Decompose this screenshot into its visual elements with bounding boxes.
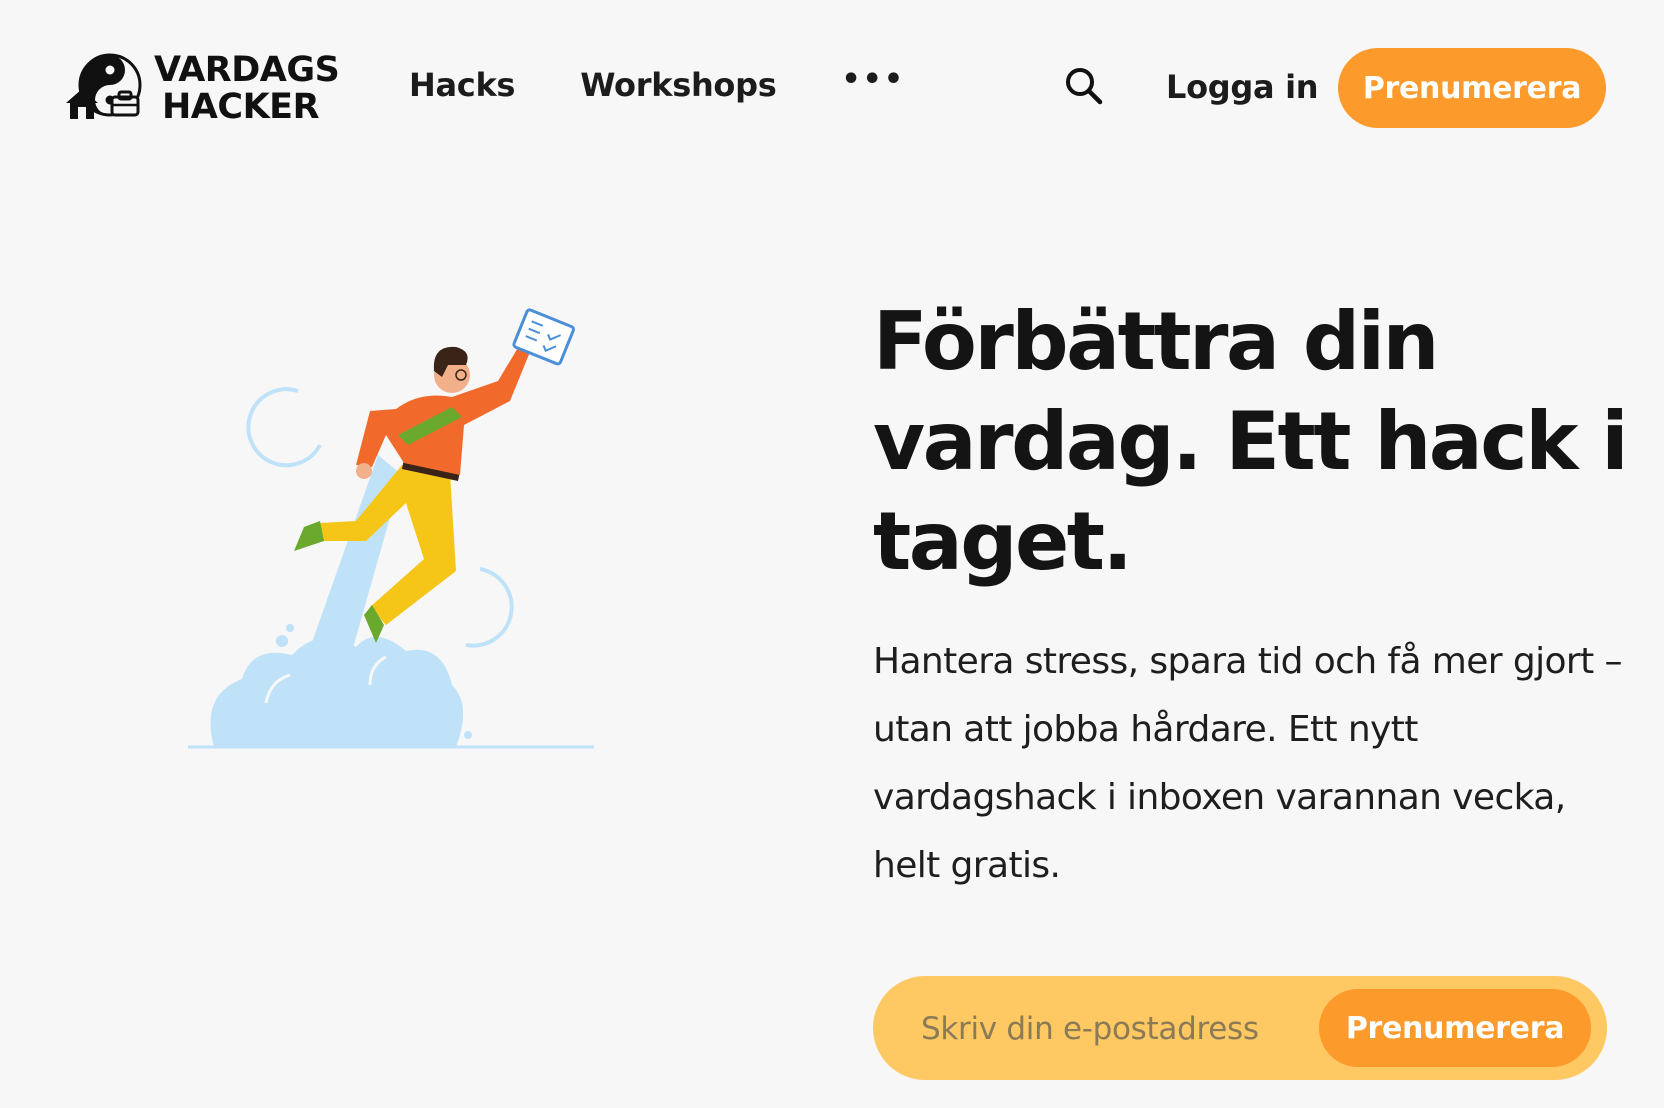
newsletter-signup-form: Prenumerera: [873, 976, 1607, 1080]
hero-title: Förbättra din vardag. Ett hack i taget.: [873, 295, 1629, 588]
brand-name-line1: VARDAGS: [154, 50, 340, 90]
brand-name-line2: HACKER: [162, 87, 320, 127]
more-dots-icon[interactable]: •••: [841, 62, 905, 97]
search-icon[interactable]: [1062, 64, 1106, 108]
site-header: VARDAGS HACKER Hacks Workshops ••• Logga…: [0, 0, 1664, 180]
subscribe-button-form[interactable]: Prenumerera: [1319, 989, 1591, 1067]
subscribe-button-header[interactable]: Prenumerera: [1338, 48, 1606, 128]
brand-wordmark: VARDAGS HACKER: [154, 50, 340, 127]
nav-link-hacks[interactable]: Hacks: [409, 66, 515, 104]
hero-description: Hantera stress, spara tid och få mer gjo…: [873, 641, 1622, 886]
email-input[interactable]: [919, 998, 1323, 1060]
man-flying-with-checklist-illustration: [180, 295, 600, 755]
brand-logo[interactable]: VARDAGS HACKER: [66, 50, 340, 127]
nav-link-workshops[interactable]: Workshops: [580, 66, 777, 104]
main-nav: Hacks Workshops •••: [409, 62, 905, 105]
yin-yang-house-briefcase-icon: [66, 53, 146, 125]
login-link[interactable]: Logga in: [1166, 68, 1319, 106]
